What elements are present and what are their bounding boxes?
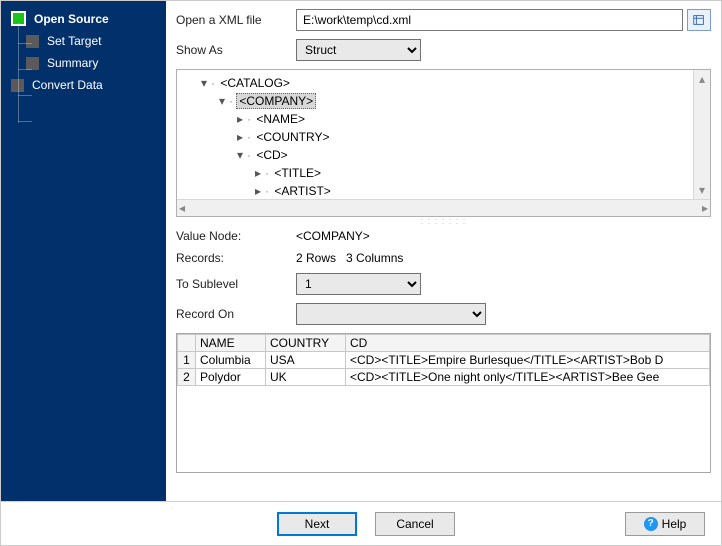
scroll-down-icon[interactable]: ▾: [699, 183, 705, 197]
tree-node-title[interactable]: <TITLE>: [272, 166, 323, 180]
next-button[interactable]: Next: [277, 512, 357, 536]
xml-tree-panel: ▾· <CATALOG> ▾· <COMPANY> ▸· <NAME> ▸· <…: [176, 69, 711, 217]
records-label: Records:: [176, 251, 296, 265]
grid-corner: [178, 335, 196, 352]
step-open-source[interactable]: Open Source: [1, 7, 166, 30]
col-header-country[interactable]: COUNTRY: [266, 335, 346, 352]
scroll-left-icon[interactable]: ◂: [179, 201, 185, 215]
step-indicator-icon: [26, 35, 39, 48]
col-header-cd[interactable]: CD: [346, 335, 710, 352]
value-node-label: Value Node:: [176, 229, 296, 243]
step-label: Summary: [47, 56, 98, 70]
cell-cd[interactable]: <CD><TITLE>One night only</TITLE><ARTIST…: [346, 369, 710, 386]
to-sublevel-select[interactable]: 1: [296, 273, 421, 295]
wizard-sidebar: Open Source Set Target Summary Convert D…: [1, 1, 166, 501]
expand-toggle-icon[interactable]: ▾: [219, 92, 229, 110]
step-label: Open Source: [34, 12, 109, 26]
open-file-label: Open a XML file: [176, 13, 296, 27]
records-value: 2 Rows 3 Columns: [296, 251, 403, 265]
show-as-label: Show As: [176, 43, 296, 57]
help-button[interactable]: ? Help: [625, 512, 705, 536]
tree-node-cd[interactable]: <CD>: [254, 148, 289, 162]
help-label: Help: [662, 517, 687, 531]
cancel-button[interactable]: Cancel: [375, 512, 455, 536]
cell-country[interactable]: USA: [266, 352, 346, 369]
scroll-right-icon[interactable]: ▸: [702, 201, 708, 215]
content-panel: Open a XML file Show As Struct ▾· <CATAL…: [166, 1, 721, 501]
expand-toggle-icon[interactable]: ▸: [255, 182, 265, 199]
row-number: 1: [178, 352, 196, 369]
preview-grid[interactable]: NAME COUNTRY CD 1 Columbia USA <CD><TITL…: [176, 333, 711, 473]
expand-toggle-icon[interactable]: ▸: [255, 164, 265, 182]
record-on-label: Record On: [176, 307, 296, 321]
step-indicator-icon: [26, 57, 39, 70]
splitter-grip[interactable]: : : : : : : :: [176, 217, 711, 225]
file-open-icon: [692, 13, 706, 27]
tree-vertical-scrollbar[interactable]: ▴▾: [693, 70, 710, 199]
tree-horizontal-scrollbar[interactable]: ◂▸: [177, 199, 710, 216]
row-number: 2: [178, 369, 196, 386]
cell-country[interactable]: UK: [266, 369, 346, 386]
value-node-value: <COMPANY>: [296, 229, 370, 243]
tree-node-company[interactable]: <COMPANY>: [236, 93, 316, 109]
cell-name[interactable]: Columbia: [196, 352, 266, 369]
table-row[interactable]: 2 Polydor UK <CD><TITLE>One night only</…: [178, 369, 710, 386]
tree-node-name[interactable]: <NAME>: [254, 112, 307, 126]
xml-tree[interactable]: ▾· <CATALOG> ▾· <COMPANY> ▸· <NAME> ▸· <…: [177, 70, 710, 199]
cell-cd[interactable]: <CD><TITLE>Empire Burlesque</TITLE><ARTI…: [346, 352, 710, 369]
expand-toggle-icon[interactable]: ▾: [201, 74, 211, 92]
step-label: Convert Data: [32, 78, 103, 92]
step-set-target[interactable]: Set Target: [1, 30, 166, 52]
wizard-footer: Next Cancel ? Help: [1, 501, 721, 545]
tree-node-country[interactable]: <COUNTRY>: [254, 130, 331, 144]
help-icon: ?: [644, 517, 658, 531]
step-label: Set Target: [47, 34, 101, 48]
scroll-up-icon[interactable]: ▴: [699, 72, 705, 86]
tree-node-artist[interactable]: <ARTIST>: [272, 184, 332, 198]
expand-toggle-icon[interactable]: ▾: [237, 146, 247, 164]
record-on-select[interactable]: [296, 303, 486, 325]
expand-toggle-icon[interactable]: ▸: [237, 110, 247, 128]
expand-toggle-icon[interactable]: ▸: [237, 128, 247, 146]
show-as-select[interactable]: Struct: [296, 39, 421, 61]
col-header-name[interactable]: NAME: [196, 335, 266, 352]
browse-button[interactable]: [687, 9, 711, 31]
to-sublevel-label: To Sublevel: [176, 277, 296, 291]
file-path-input[interactable]: [296, 9, 683, 31]
tree-node-catalog[interactable]: <CATALOG>: [218, 76, 292, 90]
table-row[interactable]: 1 Columbia USA <CD><TITLE>Empire Burlesq…: [178, 352, 710, 369]
step-summary[interactable]: Summary: [1, 52, 166, 74]
step-convert-data[interactable]: Convert Data: [0, 74, 166, 96]
cell-name[interactable]: Polydor: [196, 369, 266, 386]
